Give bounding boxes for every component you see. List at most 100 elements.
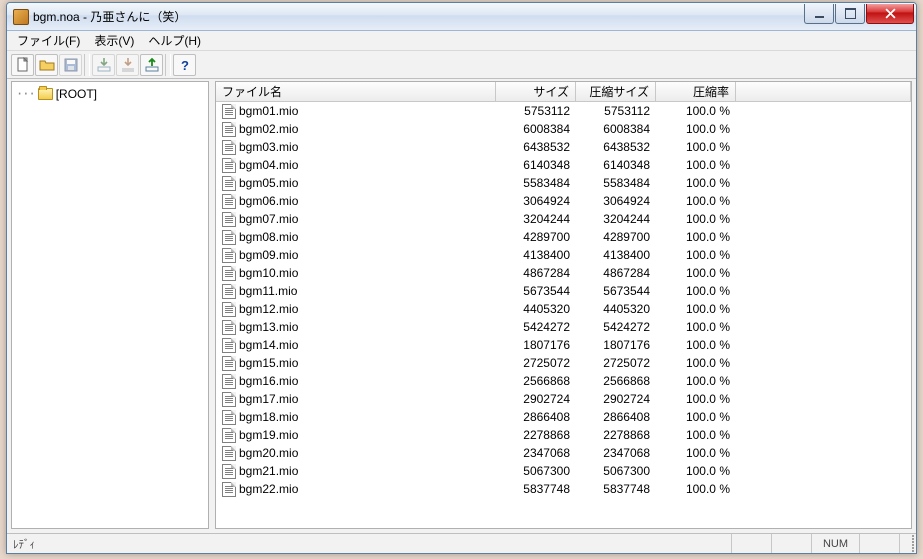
file-comp: 2347068 xyxy=(576,446,656,460)
resize-grip[interactable] xyxy=(900,533,916,555)
table-row[interactable]: bgm02.mio60083846008384100.0 % xyxy=(216,120,911,138)
table-row[interactable]: bgm19.mio22788682278868100.0 % xyxy=(216,426,911,444)
file-icon xyxy=(222,320,236,335)
file-rate: 100.0 % xyxy=(656,356,736,370)
file-comp: 1807176 xyxy=(576,338,656,352)
titlebar[interactable]: bgm.noa - 乃亜さんに（笑） xyxy=(7,3,916,31)
file-name: bgm13.mio xyxy=(239,320,298,334)
new-file-icon xyxy=(15,57,31,73)
col-header-name[interactable]: ファイル名 xyxy=(216,82,496,101)
file-comp: 4867284 xyxy=(576,266,656,280)
file-name: bgm01.mio xyxy=(239,104,298,118)
file-icon xyxy=(222,482,236,497)
file-rate: 100.0 % xyxy=(656,392,736,406)
folder-icon xyxy=(38,88,53,100)
file-name: bgm02.mio xyxy=(239,122,298,136)
file-name: bgm20.mio xyxy=(239,446,298,460)
file-comp: 5837748 xyxy=(576,482,656,496)
file-size: 1807176 xyxy=(496,338,576,352)
menu-file[interactable]: ファイル(F) xyxy=(11,30,86,51)
tool-help-button[interactable]: ? xyxy=(173,54,196,76)
close-button[interactable] xyxy=(866,4,914,24)
file-size: 2278868 xyxy=(496,428,576,442)
file-size: 4138400 xyxy=(496,248,576,262)
tool-extract-button[interactable] xyxy=(92,54,115,76)
file-icon xyxy=(222,410,236,425)
file-comp: 5067300 xyxy=(576,464,656,478)
file-rate: 100.0 % xyxy=(656,212,736,226)
file-icon xyxy=(222,230,236,245)
table-row[interactable]: bgm04.mio61403486140348100.0 % xyxy=(216,156,911,174)
file-name: bgm16.mio xyxy=(239,374,298,388)
menu-help[interactable]: ヘルプ(H) xyxy=(142,30,207,51)
file-rate: 100.0 % xyxy=(656,320,736,334)
status-cell-4 xyxy=(860,534,900,553)
file-size: 2566868 xyxy=(496,374,576,388)
table-row[interactable]: bgm13.mio54242725424272100.0 % xyxy=(216,318,911,336)
file-icon xyxy=(222,194,236,209)
tree-pane[interactable]: ··· [ROOT] xyxy=(11,81,209,529)
file-comp: 4405320 xyxy=(576,302,656,316)
file-size: 5673544 xyxy=(496,284,576,298)
svg-text:?: ? xyxy=(181,58,189,73)
table-row[interactable]: bgm18.mio28664082866408100.0 % xyxy=(216,408,911,426)
menubar: ファイル(F) 表示(V) ヘルプ(H) xyxy=(7,31,916,51)
tool-sep-1 xyxy=(84,54,90,76)
file-comp: 3064924 xyxy=(576,194,656,208)
file-size: 3064924 xyxy=(496,194,576,208)
toolbar: ? xyxy=(7,51,916,79)
col-header-comp[interactable]: 圧縮サイズ xyxy=(576,82,656,101)
table-row[interactable]: bgm10.mio48672844867284100.0 % xyxy=(216,264,911,282)
table-row[interactable]: bgm05.mio55834845583484100.0 % xyxy=(216,174,911,192)
table-row[interactable]: bgm08.mio42897004289700100.0 % xyxy=(216,228,911,246)
file-size: 2902724 xyxy=(496,392,576,406)
col-header-spare[interactable] xyxy=(736,82,911,101)
file-rate: 100.0 % xyxy=(656,266,736,280)
col-header-rate[interactable]: 圧縮率 xyxy=(656,82,736,101)
file-comp: 2566868 xyxy=(576,374,656,388)
table-row[interactable]: bgm20.mio23470682347068100.0 % xyxy=(216,444,911,462)
file-rate: 100.0 % xyxy=(656,374,736,388)
table-row[interactable]: bgm12.mio44053204405320100.0 % xyxy=(216,300,911,318)
close-icon xyxy=(885,8,896,19)
app-window: bgm.noa - 乃亜さんに（笑） ファイル(F) 表示(V) ヘルプ(H) xyxy=(6,2,917,554)
table-row[interactable]: bgm09.mio41384004138400100.0 % xyxy=(216,246,911,264)
tool-open-button[interactable] xyxy=(35,54,58,76)
minimize-button[interactable] xyxy=(804,4,834,24)
file-size: 5837748 xyxy=(496,482,576,496)
tree-root-label: [ROOT] xyxy=(56,87,97,101)
tool-add-button[interactable] xyxy=(140,54,163,76)
tool-save-button[interactable] xyxy=(59,54,82,76)
file-name: bgm21.mio xyxy=(239,464,298,478)
col-header-size[interactable]: サイズ xyxy=(496,82,576,101)
file-rate: 100.0 % xyxy=(656,176,736,190)
table-row[interactable]: bgm11.mio56735445673544100.0 % xyxy=(216,282,911,300)
table-row[interactable]: bgm15.mio27250722725072100.0 % xyxy=(216,354,911,372)
tree-root-item[interactable]: ··· [ROOT] xyxy=(14,86,206,102)
file-size: 3204244 xyxy=(496,212,576,226)
table-row[interactable]: bgm16.mio25668682566868100.0 % xyxy=(216,372,911,390)
file-icon xyxy=(222,446,236,461)
table-row[interactable]: bgm03.mio64385326438532100.0 % xyxy=(216,138,911,156)
tool-new-button[interactable] xyxy=(11,54,34,76)
file-name: bgm15.mio xyxy=(239,356,298,370)
file-name: bgm03.mio xyxy=(239,140,298,154)
tool-extract-all-button[interactable] xyxy=(116,54,139,76)
file-icon xyxy=(222,212,236,227)
list-body[interactable]: bgm01.mio57531125753112100.0 % bgm02.mio 6… xyxy=(216,102,911,528)
file-icon xyxy=(222,392,236,407)
table-row[interactable]: bgm17.mio29027242902724100.0 % xyxy=(216,390,911,408)
menu-view[interactable]: 表示(V) xyxy=(88,30,140,51)
table-row[interactable]: bgm22.mio58377485837748100.0 % xyxy=(216,480,911,498)
file-size: 4405320 xyxy=(496,302,576,316)
file-icon xyxy=(222,302,236,317)
table-row[interactable]: bgm07.mio32042443204244100.0 % xyxy=(216,210,911,228)
table-row[interactable]: bgm21.mio50673005067300100.0 % xyxy=(216,462,911,480)
table-row[interactable]: bgm06.mio30649243064924100.0 % xyxy=(216,192,911,210)
maximize-button[interactable] xyxy=(835,4,865,24)
table-row[interactable]: bgm14.mio18071761807176100.0 % xyxy=(216,336,911,354)
file-size: 6008384 xyxy=(496,122,576,136)
file-size: 6438532 xyxy=(496,140,576,154)
help-icon: ? xyxy=(177,57,193,73)
table-row[interactable]: bgm01.mio57531125753112100.0 % xyxy=(216,102,911,120)
